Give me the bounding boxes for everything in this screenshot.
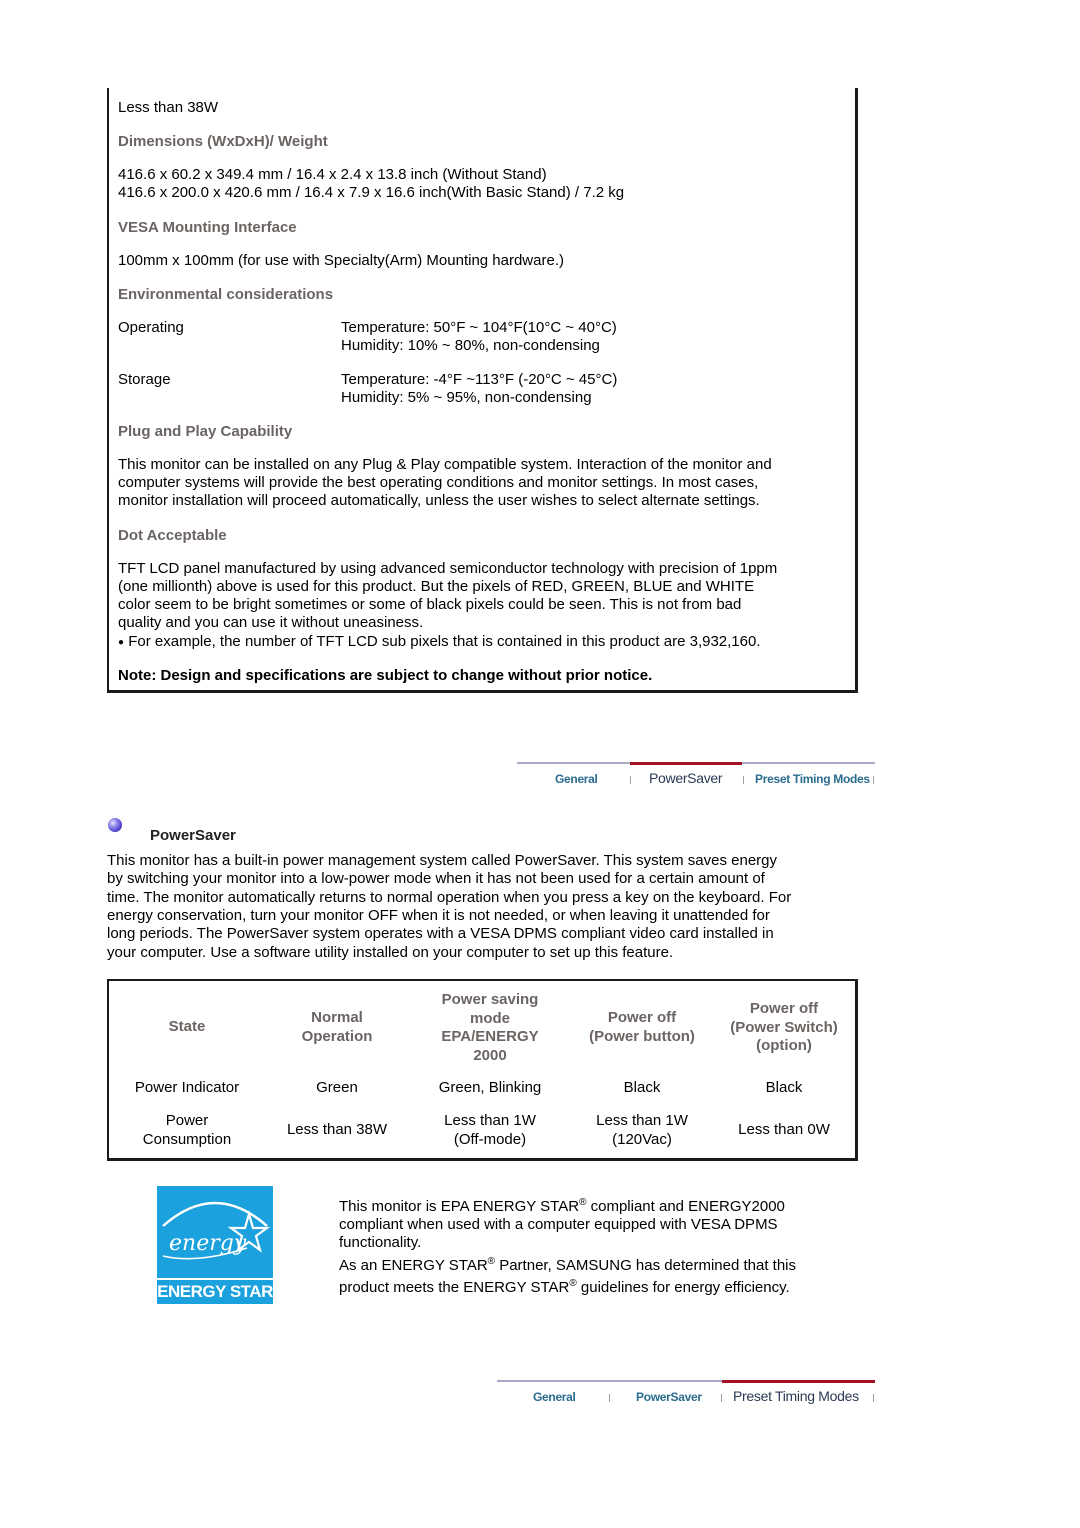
energy-star-logo: energy ENERGY STAR (157, 1186, 273, 1304)
energy-star-label: ENERGY STAR (157, 1278, 273, 1304)
vesa-heading: VESA Mounting Interface (118, 219, 297, 236)
header-line: Power saving (441, 991, 539, 1008)
section-tabs-top: General PowerSaver Preset Timing Modes (517, 762, 875, 792)
dot-acceptable-heading: Dot Acceptable (118, 527, 227, 544)
energy-star-text-line: This monitor is EPA ENERGY STAR® complia… (339, 1198, 785, 1216)
dot-acceptable-line: color seem to be bright sometimes or som… (118, 596, 742, 613)
dot-acceptable-line: TFT LCD panel manufactured by using adva… (118, 560, 778, 577)
table-cell: Black (765, 1079, 803, 1096)
dot-acceptable-bullet: ● For example, the number of TFT LCD sub… (118, 633, 761, 653)
tab-separator (721, 1394, 722, 1402)
energy-star-emblem-icon: energy (162, 1201, 271, 1260)
plug-and-play-heading: Plug and Play Capability (118, 423, 293, 440)
spec-change-note: Note: Design and specifications are subj… (118, 667, 653, 684)
header-line: (option) (756, 1037, 812, 1054)
cell-line: Less than 1W (596, 1112, 688, 1129)
cell-line: Less than 1W (444, 1112, 536, 1129)
text-segment: product meets the ENERGY STAR (339, 1279, 570, 1296)
registered-mark: ® (487, 1256, 496, 1267)
env-storage-humidity: Humidity: 5% ~ 95%, non-condensing (341, 389, 592, 406)
table-cell: Less than 1W (Off-mode) (412, 1112, 568, 1149)
tab-preset-timing-modes[interactable]: Preset Timing Modes (733, 1388, 859, 1404)
cell-line: (120Vac) (612, 1130, 672, 1148)
power-consumption-value: Less than 38W (118, 99, 219, 116)
powersaver-title: PowerSaver (150, 827, 236, 844)
header-line: (Power button) (589, 1027, 695, 1045)
env-storage-label: Storage (118, 371, 171, 388)
powersaver-line: your computer. Use a software utility in… (107, 944, 674, 961)
cell-line: Consumption (142, 1130, 232, 1148)
powersaver-line: energy conservation, turn your monitor O… (107, 907, 770, 924)
plug-and-play-line: This monitor can be installed on any Plu… (118, 456, 772, 473)
tab-separator (873, 1394, 874, 1402)
dot-acceptable-line: (one millionth) above is used for this p… (118, 578, 755, 595)
dimensions-heading: Dimensions (WxDxH)/ Weight (118, 133, 328, 150)
table-cell: Green (316, 1079, 358, 1096)
powersaver-line: This monitor has a built-in power manage… (107, 852, 778, 869)
powersaver-line: by switching your monitor into a low-pow… (107, 870, 765, 887)
env-operating-humidity: Humidity: 10% ~ 80%, non-condensing (341, 337, 600, 354)
plug-and-play-line: computer systems will provide the best o… (118, 474, 759, 491)
tab-general[interactable]: General (533, 1390, 576, 1404)
powersaver-line: time. The monitor automatically returns … (107, 889, 792, 906)
table-header-power-off-button: Power off (Power button) (568, 1009, 716, 1046)
energy-star-text-line: As an ENERGY STAR® Partner, SAMSUNG has … (339, 1257, 796, 1275)
env-operating-label: Operating (118, 319, 184, 336)
table-header-power-off-switch: Power off (Power Switch) (option) (716, 1000, 852, 1056)
env-operating-temperature: Temperature: 50°F ~ 104°F(10°C ~ 40°C) (341, 319, 617, 336)
text-segment: compliant and ENERGY2000 (586, 1198, 785, 1215)
table-cell: Power Indicator (134, 1079, 240, 1096)
dimensions-without-stand: 416.6 x 60.2 x 349.4 mm / 16.4 x 2.4 x 1… (118, 166, 547, 183)
header-line: State (168, 1018, 206, 1035)
table-cell: Less than 38W (286, 1121, 388, 1138)
table-cell: Less than 1W (120Vac) (568, 1112, 716, 1149)
header-line: mode (469, 1009, 510, 1027)
header-line: Power off (749, 1000, 819, 1017)
dot-acceptable-bullet-text: For example, the number of TFT LCD sub p… (128, 633, 761, 650)
header-line: Operation (301, 1027, 373, 1045)
registered-mark: ® (569, 1278, 577, 1289)
table-cell: Green, Blinking (438, 1079, 542, 1096)
active-tab-underline (630, 762, 742, 765)
plug-and-play-line: monitor installation will proceed automa… (118, 492, 760, 509)
table-header-normal: Normal Operation (262, 1009, 412, 1046)
table-cell: Power Consumption (112, 1112, 262, 1149)
text-segment: Partner, SAMSUNG has determined that thi… (495, 1257, 797, 1274)
table-header-power-saving: Power saving mode EPA/ENERGY 2000 (412, 991, 568, 1065)
text-segment: As an ENERGY STAR (339, 1257, 488, 1274)
energy-star-text-line: functionality. (339, 1234, 422, 1251)
environment-heading: Environmental considerations (118, 286, 334, 303)
text-segment: This monitor is EPA ENERGY STAR (339, 1198, 580, 1215)
header-line: (Power Switch) (730, 1018, 838, 1036)
tab-separator (630, 776, 631, 784)
section-tabs-bottom: General PowerSaver Preset Timing Modes (497, 1380, 875, 1410)
energy-star-text-line: compliant when used with a computer equi… (339, 1216, 778, 1233)
tab-separator (609, 1394, 610, 1402)
dimensions-with-stand: 416.6 x 200.0 x 420.6 mm / 16.4 x 7.9 x … (118, 184, 625, 201)
tab-powersaver[interactable]: PowerSaver (649, 770, 723, 786)
active-tab-underline (722, 1380, 875, 1383)
tab-powersaver[interactable]: PowerSaver (636, 1390, 702, 1404)
table-cell: Less than 0W (738, 1121, 830, 1138)
energy-star-text-line: product meets the ENERGY STAR® guideline… (339, 1279, 790, 1297)
header-line: Normal (311, 1009, 363, 1026)
tab-separator (743, 776, 744, 784)
cell-line: (Off-mode) (453, 1130, 527, 1148)
cell-line: Power (165, 1112, 209, 1129)
powersaver-line: long periods. The PowerSaver system oper… (107, 925, 774, 942)
tab-preset-timing-modes[interactable]: Preset Timing Modes (755, 772, 870, 786)
bullet-dot-icon: ● (118, 637, 125, 648)
tab-separator (873, 776, 874, 784)
table-cell: Black (623, 1079, 661, 1096)
header-line: 2000 (473, 1046, 507, 1064)
section-bullet-icon (108, 818, 122, 832)
header-line: EPA/ENERGY (441, 1028, 539, 1045)
env-storage-temperature: Temperature: -4°F ~113°F (-20°C ~ 45°C) (341, 371, 618, 388)
table-header-state: State (112, 1018, 262, 1037)
dot-acceptable-line: quality and you can use it without uneas… (118, 614, 424, 631)
header-line: Power off (607, 1009, 677, 1026)
text-segment: guidelines for energy efficiency. (576, 1279, 790, 1296)
vesa-text: 100mm x 100mm (for use with Specialty(Ar… (118, 252, 564, 269)
tab-general[interactable]: General (555, 772, 598, 786)
